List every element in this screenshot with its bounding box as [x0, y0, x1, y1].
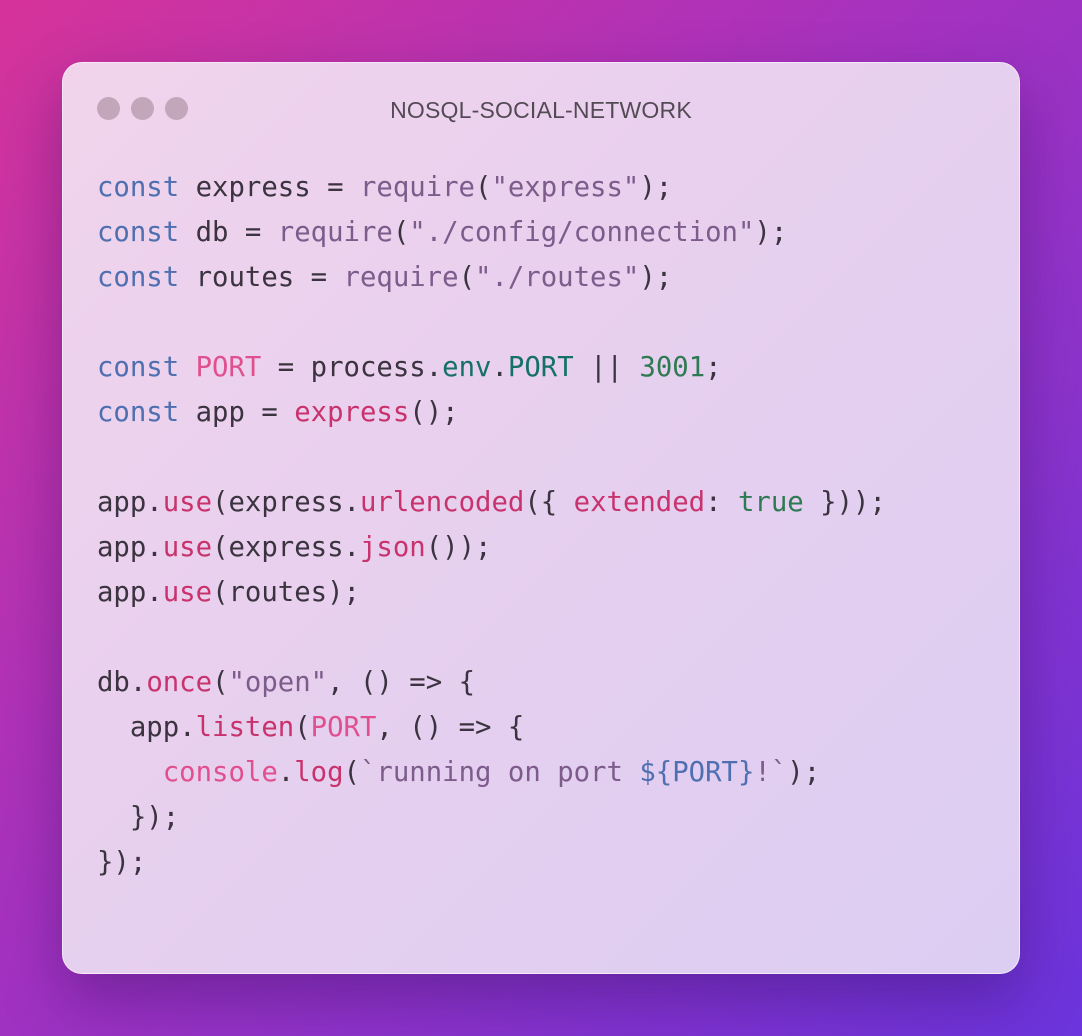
code-token: = process.	[261, 352, 443, 383]
code-token: (routes);	[212, 577, 360, 608]
code-token: (express.	[212, 487, 360, 518]
code-line: ​	[97, 435, 886, 480]
code-token: (express.	[212, 532, 360, 563]
code-line: const routes = require("./routes");	[97, 255, 886, 300]
code-token: PORT	[195, 352, 262, 383]
code-token: const	[97, 262, 180, 293]
code-token: }));	[803, 487, 886, 518]
code-token: express =	[179, 172, 360, 203]
code-token: env	[442, 352, 492, 383]
code-token: urlencoded	[359, 487, 525, 518]
code-token: use	[162, 532, 213, 563]
code-token: require	[343, 262, 459, 293]
code-token: ${PORT}	[639, 757, 755, 788]
code-token: "open"	[228, 667, 328, 698]
code-token: app.	[97, 712, 196, 743]
code-token: PORT	[310, 712, 377, 743]
code-token: "./routes"	[475, 262, 640, 293]
code-line: app.use(express.json());	[97, 525, 886, 570]
code-line: const PORT = process.env.PORT || 3001;	[97, 345, 886, 390]
code-line: const db = require("./config/connection"…	[97, 210, 886, 255]
code-token: console	[162, 757, 278, 788]
code-token: "./config/connection"	[409, 217, 755, 248]
code-token: , () => {	[327, 667, 476, 698]
code-token: const	[97, 397, 180, 428]
code-token: , () => {	[376, 712, 525, 743]
code-token: (	[343, 757, 360, 788]
code-window: NOSQL-SOCIAL-NETWORK const express = req…	[62, 62, 1020, 974]
code-block: const express = require("express"); const…	[97, 165, 886, 885]
code-token: );	[787, 757, 821, 788]
code-line: const express = require("express");	[97, 165, 886, 210]
code-line: });	[97, 840, 886, 885]
code-token: (	[458, 262, 475, 293]
code-token: "express"	[491, 172, 640, 203]
code-token: db.	[97, 667, 147, 698]
code-token: extended	[573, 487, 706, 518]
window-title: NOSQL-SOCIAL-NETWORK	[390, 97, 692, 123]
code-line: app.use(express.urlencoded({ extended: t…	[97, 480, 886, 525]
code-token: });	[97, 802, 180, 833]
code-line: app.listen(PORT, () => {	[97, 705, 886, 750]
code-token: ({	[524, 487, 574, 518]
code-token: ();	[409, 397, 459, 428]
code-line: db.once("open", () => {	[97, 660, 886, 705]
code-line: app.use(routes);	[97, 570, 886, 615]
code-token: use	[162, 487, 213, 518]
code-token: const	[97, 172, 180, 203]
code-token: const	[97, 217, 180, 248]
code-token: );	[639, 172, 673, 203]
code-token: listen	[195, 712, 295, 743]
code-token: .	[491, 352, 508, 383]
code-token: `running on port	[359, 757, 640, 788]
code-token: require	[359, 172, 475, 203]
code-token: log	[294, 757, 344, 788]
code-line: });	[97, 795, 886, 840]
code-token: once	[146, 667, 213, 698]
code-token: routes =	[179, 262, 344, 293]
code-token: const	[97, 352, 180, 383]
code-token: db =	[179, 217, 278, 248]
code-token: :	[705, 487, 738, 518]
code-token: (	[294, 712, 311, 743]
code-token: ||	[573, 352, 640, 383]
code-token: ;	[705, 352, 722, 383]
code-token: json	[359, 532, 426, 563]
code-token: app.	[97, 487, 163, 518]
code-token: use	[162, 577, 213, 608]
code-token: (	[392, 217, 410, 248]
code-token: ());	[425, 532, 492, 563]
code-token: );	[639, 262, 673, 293]
code-token: true	[738, 487, 804, 518]
code-token: PORT	[507, 352, 574, 383]
code-line: ​	[97, 300, 886, 345]
code-line: console.log(`running on port ${PORT}!`);	[97, 750, 886, 795]
code-token: app.	[97, 532, 163, 563]
code-token: .	[277, 757, 295, 788]
code-token: app.	[97, 577, 163, 608]
code-token: require	[277, 217, 393, 248]
code-token: 3001	[639, 352, 706, 383]
code-token: (	[212, 667, 229, 698]
code-token: !`	[754, 757, 788, 788]
code-line: const app = express();	[97, 390, 886, 435]
code-line: ​	[97, 615, 886, 660]
code-token: );	[754, 217, 788, 248]
code-token: express	[294, 397, 410, 428]
code-token: app =	[179, 397, 295, 428]
code-token: (	[475, 172, 492, 203]
code-token: });	[97, 847, 147, 878]
